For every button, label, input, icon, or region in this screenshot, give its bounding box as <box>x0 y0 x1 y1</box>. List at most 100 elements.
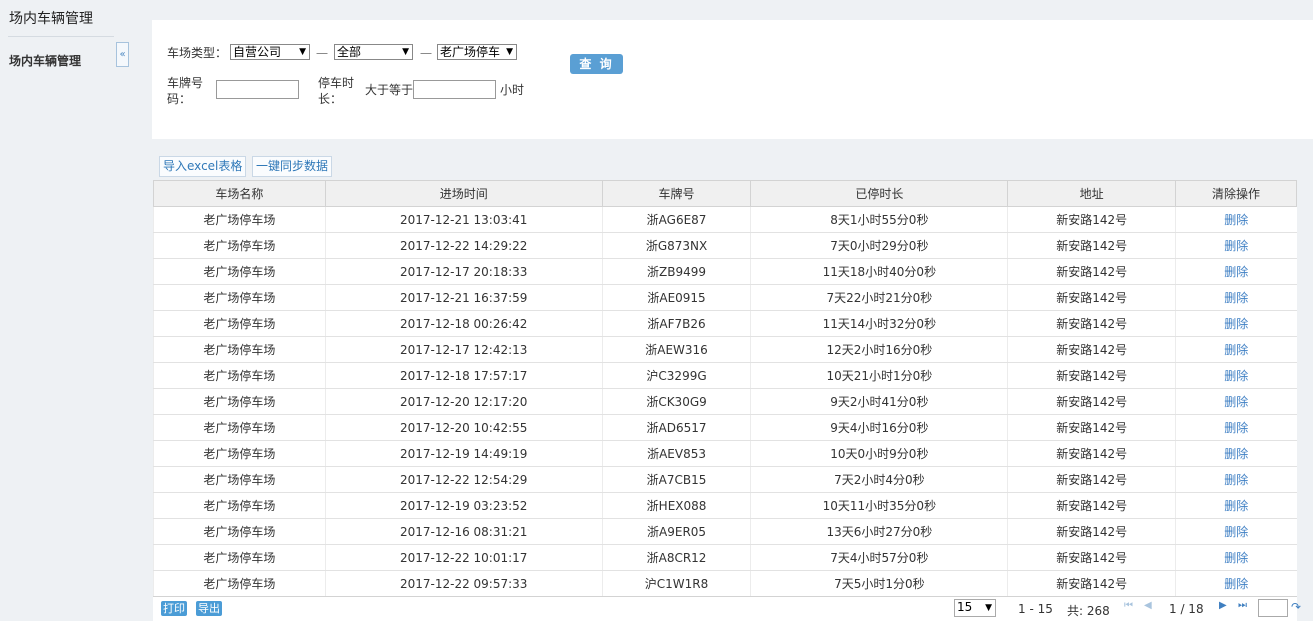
lot-type-select[interactable]: 自营公司 ▼ <box>230 44 310 60</box>
lot-type-label: 车场类型： <box>167 46 228 60</box>
table-row[interactable]: 老广场停车场 2017-12-22 09:57:33 沪C1W1R8 7天5小时1分0… <box>153 570 1297 597</box>
table-row[interactable]: 老广场停车场 2017-12-22 12:54:29 浙A7CB15 7天2小时4分0… <box>153 466 1297 493</box>
cell-duration: 10天0小时9分0秒 <box>750 440 1008 467</box>
delete-link[interactable]: 删除 <box>1175 232 1297 259</box>
cell-duration: 8天1小时55分0秒 <box>750 206 1008 233</box>
page-size-select[interactable]: 15 ▼ <box>954 599 996 617</box>
sync-data-button[interactable]: 一键同步数据 <box>252 156 333 177</box>
column-header-lot-name[interactable]: 车场名称 <box>153 180 326 207</box>
table-row[interactable]: 老广场停车场 2017-12-21 16:37:59 浙AE0915 7天22小时21… <box>153 284 1297 311</box>
column-header-duration[interactable]: 已停时长 <box>750 180 1009 207</box>
cell-entry-time: 2017-12-19 03:23:52 <box>324 492 603 519</box>
region-select[interactable]: 全部 ▼ <box>334 44 413 60</box>
table-row[interactable]: 老广场停车场 2017-12-20 12:17:20 浙CK30G9 9天2小时41分… <box>153 388 1297 415</box>
export-button[interactable]: 导出 <box>196 601 222 616</box>
delete-link[interactable]: 删除 <box>1175 336 1297 363</box>
column-header-plate[interactable]: 车牌号 <box>601 180 752 207</box>
go-page-icon[interactable]: ↷ <box>1291 600 1301 614</box>
table-row[interactable]: 老广场停车场 2017-12-17 20:18:33 浙ZB9499 11天18小时4… <box>153 258 1297 285</box>
table-row[interactable]: 老广场停车场 2017-12-21 13:03:41 浙AG6E87 8天1小时55分… <box>153 206 1297 233</box>
cell-lot-name: 老广场停车场 <box>153 388 326 415</box>
cell-plate: 浙ZB9499 <box>601 258 751 285</box>
cell-plate: 浙AE0915 <box>601 284 751 311</box>
table-row[interactable]: 老广场停车场 2017-12-18 17:57:17 沪C3299G 10天21小时1… <box>153 362 1297 389</box>
parking-lot-select[interactable]: 老广场停车 ▼ <box>437 44 517 60</box>
duration-input[interactable] <box>413 80 496 99</box>
cell-lot-name: 老广场停车场 <box>153 518 326 545</box>
cell-lot-name: 老广场停车场 <box>153 284 326 311</box>
print-button[interactable]: 打印 <box>161 601 187 616</box>
region-value: 全部 <box>337 45 362 59</box>
hours-unit-label: 小时 <box>500 83 525 97</box>
plate-label-suffix: 码： <box>167 92 192 106</box>
table-row[interactable]: 老广场停车场 2017-12-22 14:29:22 浙G873NX 7天0小时29分… <box>153 232 1297 259</box>
cell-address: 新安路142号 <box>1007 232 1176 259</box>
cell-plate: 浙A8CR12 <box>601 544 751 571</box>
delete-link[interactable]: 删除 <box>1175 518 1297 545</box>
record-total: 共: 268 <box>1067 604 1110 618</box>
table-row[interactable]: 老广场停车场 2017-12-19 14:49:19 浙AEV853 10天0小时9分… <box>153 440 1297 467</box>
cell-address: 新安路142号 <box>1007 492 1176 519</box>
delete-link[interactable]: 删除 <box>1175 206 1297 233</box>
table-row[interactable]: 老广场停车场 2017-12-18 00:26:42 浙AF7B26 11天14小时3… <box>153 310 1297 337</box>
first-page-icon[interactable]: ⏮ <box>1124 600 1133 611</box>
table-row[interactable]: 老广场停车场 2017-12-16 08:31:21 浙A9ER05 13天6小时27… <box>153 518 1297 545</box>
dropdown-arrow-icon: ▼ <box>299 47 306 57</box>
cell-plate: 浙A9ER05 <box>601 518 751 545</box>
cell-lot-name: 老广场停车场 <box>153 544 326 571</box>
duration-label-suffix: 长： <box>318 92 343 106</box>
query-button[interactable]: 查 询 <box>570 54 623 74</box>
cell-duration: 9天4小时16分0秒 <box>750 414 1008 441</box>
delete-link[interactable]: 删除 <box>1175 310 1297 337</box>
cell-entry-time: 2017-12-22 09:57:33 <box>324 570 603 597</box>
page-number-input[interactable] <box>1258 599 1288 617</box>
delete-link[interactable]: 删除 <box>1175 284 1297 311</box>
delete-link[interactable]: 删除 <box>1175 570 1297 597</box>
table-row[interactable]: 老广场停车场 2017-12-19 03:23:52 浙HEX088 10天11小时3… <box>153 492 1297 519</box>
cell-address: 新安路142号 <box>1007 466 1176 493</box>
delete-link[interactable]: 删除 <box>1175 466 1297 493</box>
delete-link[interactable]: 删除 <box>1175 388 1297 415</box>
delete-link[interactable]: 删除 <box>1175 492 1297 519</box>
separator-dash: 一 <box>316 47 329 61</box>
delete-link[interactable]: 删除 <box>1175 414 1297 441</box>
table-body: 老广场停车场 2017-12-21 13:03:41 浙AG6E87 8天1小时55分… <box>153 206 1297 597</box>
cell-entry-time: 2017-12-18 00:26:42 <box>324 310 603 337</box>
cell-lot-name: 老广场停车场 <box>153 440 326 467</box>
table-row[interactable]: 老广场停车场 2017-12-20 10:42:55 浙AD6517 9天4小时16分… <box>153 414 1297 441</box>
cell-entry-time: 2017-12-17 20:18:33 <box>324 258 603 285</box>
table-row[interactable]: 老广场停车场 2017-12-17 12:42:13 浙AEW316 12天2小时16… <box>153 336 1297 363</box>
sidebar: 场内车辆管理 场内车辆管理 « <box>0 0 152 621</box>
cell-entry-time: 2017-12-20 12:17:20 <box>324 388 603 415</box>
import-excel-button[interactable]: 导入excel表格 <box>159 156 247 177</box>
delete-link[interactable]: 删除 <box>1175 258 1297 285</box>
dropdown-arrow-icon: ▼ <box>402 47 409 57</box>
cell-duration: 7天5小时1分0秒 <box>750 570 1008 597</box>
sidebar-item-vehicle-management[interactable]: 场内车辆管理 <box>9 52 81 69</box>
delete-link[interactable]: 删除 <box>1175 440 1297 467</box>
separator-dash: 一 <box>420 47 433 61</box>
cell-entry-time: 2017-12-22 10:01:17 <box>324 544 603 571</box>
cell-duration: 13天6小时27分0秒 <box>750 518 1008 545</box>
delete-link[interactable]: 删除 <box>1175 544 1297 571</box>
table-row[interactable]: 老广场停车场 2017-12-22 10:01:17 浙A8CR12 7天4小时57分… <box>153 544 1297 571</box>
column-header-entry-time[interactable]: 进场时间 <box>324 180 603 207</box>
cell-entry-time: 2017-12-19 14:49:19 <box>324 440 603 467</box>
plate-number-input[interactable] <box>216 80 299 99</box>
cell-address: 新安路142号 <box>1007 544 1176 571</box>
column-header-address[interactable]: 地址 <box>1007 180 1177 207</box>
cell-lot-name: 老广场停车场 <box>153 258 326 285</box>
prev-page-icon[interactable]: ◀ <box>1144 600 1152 611</box>
cell-duration: 10天21小时1分0秒 <box>750 362 1008 389</box>
delete-link[interactable]: 删除 <box>1175 362 1297 389</box>
cell-address: 新安路142号 <box>1007 414 1176 441</box>
cell-lot-name: 老广场停车场 <box>153 336 326 363</box>
next-page-icon[interactable]: ▶ <box>1219 600 1227 611</box>
collapse-sidebar-icon[interactable]: « <box>116 42 129 67</box>
cell-address: 新安路142号 <box>1007 440 1176 467</box>
cell-address: 新安路142号 <box>1007 206 1176 233</box>
cell-address: 新安路142号 <box>1007 336 1176 363</box>
duration-label: 停车时 <box>318 76 355 90</box>
cell-duration: 9天2小时41分0秒 <box>750 388 1008 415</box>
last-page-icon[interactable]: ⏭ <box>1238 600 1247 611</box>
